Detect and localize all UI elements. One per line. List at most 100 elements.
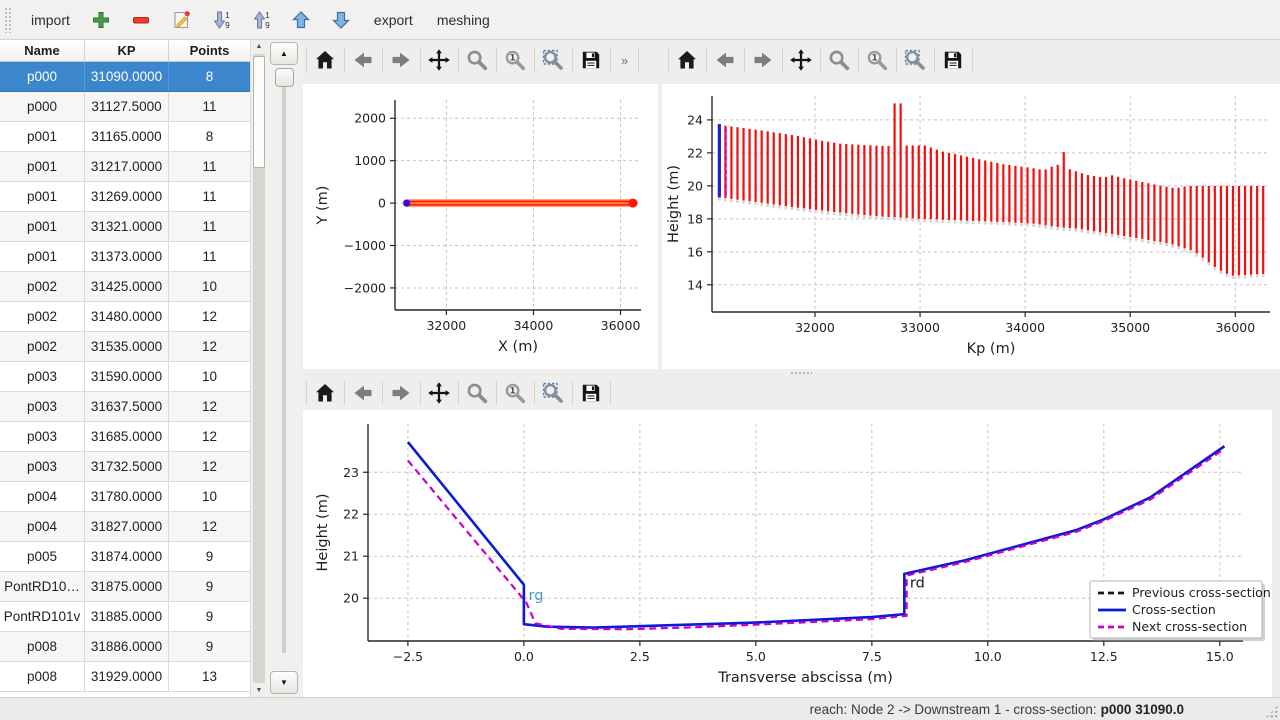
table-row[interactable]: p00231480.000012 bbox=[0, 302, 250, 332]
zoom-selection-button[interactable]: 1 bbox=[861, 44, 894, 76]
svg-text:9: 9 bbox=[265, 21, 270, 30]
svg-text:21: 21 bbox=[343, 549, 359, 564]
toolbar-separator bbox=[610, 48, 611, 72]
cell-points: 12 bbox=[169, 332, 250, 361]
cell-points: 10 bbox=[169, 482, 250, 511]
home-button[interactable] bbox=[309, 377, 342, 409]
zoom-button[interactable] bbox=[461, 44, 494, 76]
move-up-button[interactable] bbox=[285, 3, 319, 37]
toolbar-separator bbox=[344, 48, 345, 72]
table-row[interactable]: p00031090.00008 bbox=[0, 62, 250, 92]
zoom-rect-button[interactable] bbox=[899, 44, 932, 76]
section-plot-toolbar: 1 bbox=[304, 376, 704, 410]
zoom-selection-button[interactable]: 1 bbox=[499, 377, 532, 409]
table-row[interactable]: p00131269.000011 bbox=[0, 182, 250, 212]
table-row[interactable]: p00231535.000012 bbox=[0, 332, 250, 362]
table-row[interactable]: p00431780.000010 bbox=[0, 482, 250, 512]
table-row[interactable]: p00131321.000011 bbox=[0, 212, 250, 242]
table-row[interactable]: p00431827.000012 bbox=[0, 512, 250, 542]
home-button[interactable] bbox=[309, 44, 342, 76]
column-header-name[interactable]: Name bbox=[0, 40, 85, 61]
table-row[interactable]: p00131217.000011 bbox=[0, 152, 250, 182]
home-button[interactable] bbox=[671, 44, 704, 76]
resize-grip-icon[interactable] bbox=[1265, 705, 1278, 718]
column-header-points[interactable]: Points bbox=[169, 40, 250, 61]
zoom-selection-button[interactable]: 1 bbox=[499, 44, 532, 76]
forward-button[interactable] bbox=[385, 377, 418, 409]
pan-button[interactable] bbox=[423, 44, 456, 76]
table-row[interactable]: p00331590.000010 bbox=[0, 362, 250, 392]
zoom-button[interactable] bbox=[461, 377, 494, 409]
toolbar-grip[interactable] bbox=[4, 7, 12, 33]
table-row[interactable]: p00831929.000013 bbox=[0, 662, 250, 692]
remove-button[interactable] bbox=[125, 3, 159, 37]
svg-text:32000: 32000 bbox=[426, 318, 466, 333]
save-button[interactable] bbox=[575, 44, 608, 76]
slider-handle[interactable] bbox=[275, 68, 294, 87]
svg-text:1: 1 bbox=[265, 11, 270, 20]
import-button[interactable]: import bbox=[22, 6, 79, 34]
pan-button[interactable] bbox=[423, 377, 456, 409]
back-button[interactable] bbox=[347, 377, 380, 409]
table-scrollbar[interactable]: ▲ ▼ bbox=[250, 40, 267, 697]
table-row[interactable]: p00031127.500011 bbox=[0, 92, 250, 122]
profile-plot-canvas[interactable]: 3200033000340003500036000141618202224Kp … bbox=[662, 84, 1280, 369]
table-row[interactable]: p00131165.00008 bbox=[0, 122, 250, 152]
toolbar-overflow-icon[interactable]: » bbox=[613, 53, 636, 68]
table-row[interactable]: p00231425.000010 bbox=[0, 272, 250, 302]
move-down-button[interactable] bbox=[325, 3, 359, 37]
scroll-up-icon[interactable]: ▲ bbox=[251, 43, 267, 50]
cell-kp: 31929.0000 bbox=[85, 662, 169, 691]
cell-name: p001 bbox=[0, 152, 85, 181]
edit-button[interactable] bbox=[165, 3, 199, 37]
save-button[interactable] bbox=[937, 44, 970, 76]
horizontal-splitter[interactable] bbox=[302, 369, 1280, 376]
table-row[interactable]: p00131373.000011 bbox=[0, 242, 250, 272]
zoom-rect-button[interactable] bbox=[537, 377, 570, 409]
toolbar-separator bbox=[382, 381, 383, 405]
back-button[interactable] bbox=[347, 44, 380, 76]
selected-section-bar bbox=[718, 124, 721, 197]
svg-text:14: 14 bbox=[687, 277, 703, 292]
cell-points: 12 bbox=[169, 452, 250, 481]
zoom-rect-button[interactable] bbox=[537, 44, 570, 76]
slider-track[interactable] bbox=[282, 70, 286, 653]
cell-points: 11 bbox=[169, 212, 250, 241]
table-row[interactable]: p00531874.00009 bbox=[0, 542, 250, 572]
table-row[interactable]: PontRD101v31885.00009 bbox=[0, 602, 250, 632]
table-row[interactable]: p00331685.000012 bbox=[0, 422, 250, 452]
svg-text:2000: 2000 bbox=[354, 111, 386, 126]
table-row[interactable]: p00831886.00009 bbox=[0, 632, 250, 662]
add-button[interactable] bbox=[85, 3, 119, 37]
sort-ascending-button[interactable]: 1 9 bbox=[245, 3, 279, 37]
column-header-kp[interactable]: KP bbox=[85, 40, 169, 61]
forward-button[interactable] bbox=[747, 44, 780, 76]
slider-up-button[interactable]: ▲ bbox=[270, 42, 298, 65]
zoom-selection-icon: 1 bbox=[503, 48, 527, 72]
toolbar-separator bbox=[820, 48, 821, 72]
scrollbar-thumb[interactable] bbox=[253, 56, 265, 168]
sort-descending-button[interactable]: 1 9 bbox=[205, 3, 239, 37]
table-row[interactable]: p00331637.500012 bbox=[0, 392, 250, 422]
zoom-button[interactable] bbox=[823, 44, 856, 76]
table-row[interactable]: p00331732.500012 bbox=[0, 452, 250, 482]
zoom-selection-icon: 1 bbox=[503, 381, 527, 405]
scroll-down-icon[interactable]: ▼ bbox=[251, 687, 267, 694]
export-button[interactable]: export bbox=[365, 6, 422, 34]
save-icon bbox=[579, 381, 603, 405]
cell-kp: 31875.0000 bbox=[85, 572, 169, 601]
slider-down-button[interactable]: ▼ bbox=[270, 671, 298, 694]
save-button[interactable] bbox=[575, 377, 608, 409]
svg-text:−2000: −2000 bbox=[344, 280, 386, 295]
back-button[interactable] bbox=[709, 44, 742, 76]
move-up-icon bbox=[290, 9, 312, 31]
cell-name: p004 bbox=[0, 482, 85, 511]
pan-button[interactable] bbox=[785, 44, 818, 76]
forward-icon bbox=[389, 381, 413, 405]
plan-plot-canvas[interactable]: 320003400036000−2000−1000010002000X (m)Y… bbox=[303, 84, 658, 369]
section-plot-canvas[interactable]: −2.50.02.55.07.510.012.515.020212223Tran… bbox=[303, 410, 1272, 697]
cell-points: 9 bbox=[169, 602, 250, 631]
forward-button[interactable] bbox=[385, 44, 418, 76]
meshing-button[interactable]: meshing bbox=[428, 6, 499, 34]
table-row[interactable]: PontRD10…31875.00009 bbox=[0, 572, 250, 602]
